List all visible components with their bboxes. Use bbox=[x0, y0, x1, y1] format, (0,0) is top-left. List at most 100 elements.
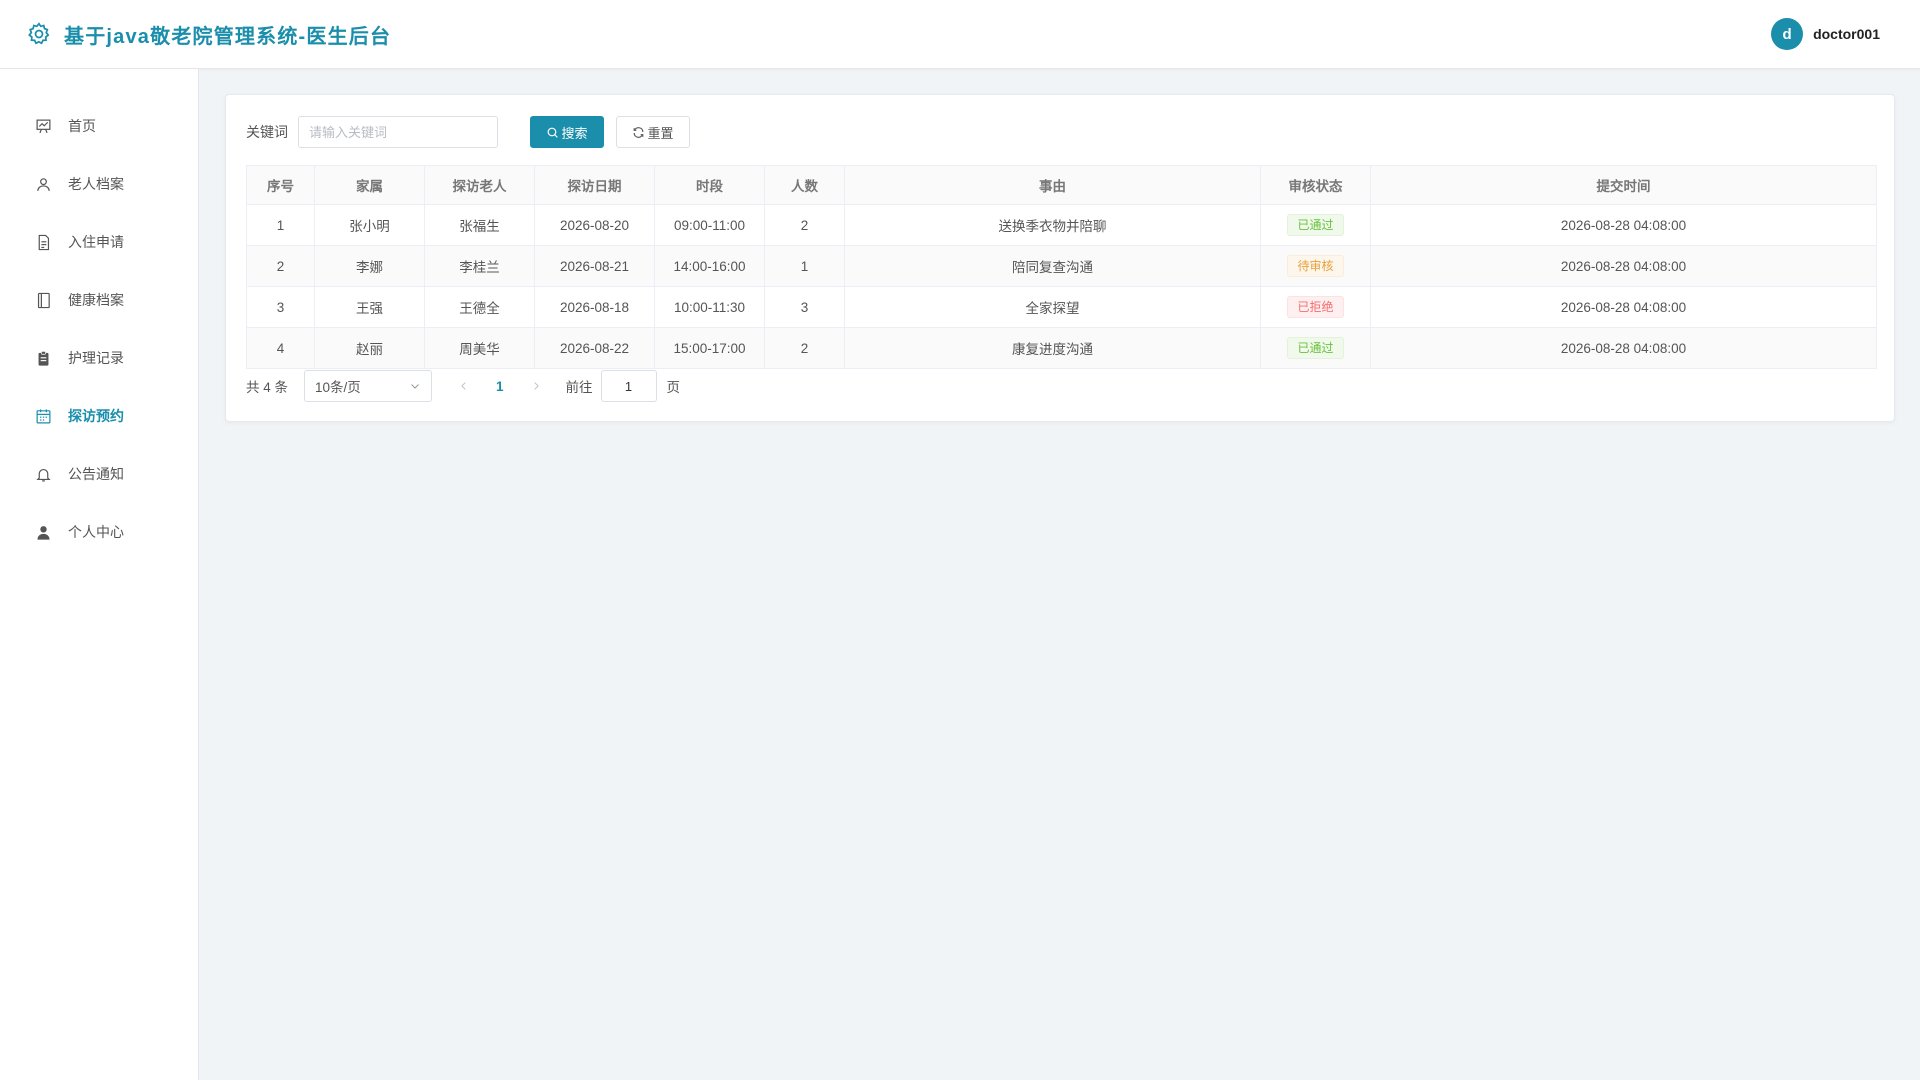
cell-slot: 09:00-11:00 bbox=[654, 204, 765, 246]
cell-family: 王强 bbox=[314, 286, 425, 328]
table-row[interactable]: 3 王强 王德全 2026-08-18 10:00-11:30 3 全家探望 已… bbox=[246, 286, 1877, 328]
page-size-value: 10条/页 bbox=[315, 380, 361, 395]
chevron-down-icon bbox=[411, 384, 419, 389]
cell-slot: 15:00-17:00 bbox=[654, 327, 765, 369]
search-button-label: 搜索 bbox=[561, 125, 588, 141]
page-number-current[interactable]: 1 bbox=[496, 379, 504, 394]
sidebar-item-label: 入住申请 bbox=[68, 234, 124, 250]
cell-count: 2 bbox=[764, 327, 845, 369]
cell-date: 2026-08-22 bbox=[534, 327, 655, 369]
chevron-left-icon bbox=[461, 381, 466, 390]
sidebar-item-notices[interactable]: 公告通知 bbox=[0, 445, 198, 503]
cell-elder: 李桂兰 bbox=[424, 245, 535, 287]
sidebar-item-profile[interactable]: 个人中心 bbox=[0, 503, 198, 561]
top-header: 基于java敬老院管理系统-医生后台 d doctor001 bbox=[0, 0, 1920, 69]
cell-slot: 10:00-11:30 bbox=[654, 286, 765, 328]
chevron-right-icon bbox=[533, 381, 539, 390]
table-row[interactable]: 1 张小明 张福生 2026-08-20 09:00-11:00 2 送换季衣物… bbox=[246, 204, 1877, 246]
cell-elder: 周美华 bbox=[424, 327, 535, 369]
keyword-label: 关键词 bbox=[246, 124, 288, 140]
search-icon bbox=[548, 127, 559, 138]
cell-count: 3 bbox=[764, 286, 845, 328]
calendar-icon bbox=[34, 407, 52, 425]
cell-submitted: 2026-08-28 04:08:00 bbox=[1370, 286, 1877, 328]
table-row[interactable]: 2 李娜 李桂兰 2026-08-21 14:00-16:00 1 陪同复查沟通… bbox=[246, 245, 1877, 287]
reset-button-label: 重置 bbox=[647, 125, 674, 141]
sidebar-item-label: 公告通知 bbox=[68, 466, 124, 482]
visit-table: 序号 家属 探访老人 探访日期 时段 人数 事由 审核状态 提交时间 1 张小明… bbox=[246, 165, 1877, 369]
goto-page-input[interactable] bbox=[600, 370, 657, 402]
visit-table-container: 序号 家属 探访老人 探访日期 时段 人数 事由 审核状态 提交时间 1 张小明… bbox=[246, 165, 1877, 369]
status-badge: 已通过 bbox=[1287, 337, 1344, 359]
cell-submitted: 2026-08-28 04:08:00 bbox=[1370, 327, 1877, 369]
cell-family: 李娜 bbox=[314, 245, 425, 287]
cell-count: 2 bbox=[764, 204, 845, 246]
user-solid-icon bbox=[34, 523, 52, 541]
column-header: 人数 bbox=[764, 165, 845, 205]
column-header: 家属 bbox=[314, 165, 425, 205]
user-menu[interactable]: d doctor001 bbox=[1771, 18, 1880, 50]
column-header: 事由 bbox=[844, 165, 1261, 205]
notebook-icon bbox=[34, 291, 52, 309]
column-header: 探访日期 bbox=[534, 165, 655, 205]
sidebar-item-label: 探访预约 bbox=[68, 408, 124, 424]
column-header: 审核状态 bbox=[1260, 165, 1371, 205]
cell-status: 已通过 bbox=[1260, 327, 1371, 369]
reset-button[interactable]: 重置 bbox=[616, 116, 690, 148]
sidebar-item-label: 个人中心 bbox=[68, 524, 124, 540]
refresh-icon bbox=[634, 126, 644, 138]
sidebar-item-label: 老人档案 bbox=[68, 176, 124, 192]
cell-date: 2026-08-18 bbox=[534, 286, 655, 328]
sidebar-item-nursing[interactable]: 护理记录 bbox=[0, 329, 198, 387]
table-row[interactable]: 4 赵丽 周美华 2026-08-22 15:00-17:00 2 康复进度沟通… bbox=[246, 327, 1877, 369]
keyword-input[interactable] bbox=[298, 116, 498, 148]
column-header: 时段 bbox=[654, 165, 765, 205]
sidebar: 首页 老人档案 入住申请 健康档案 护理记录 探访预约 公告通知 个人中心 bbox=[0, 69, 199, 1080]
cell-submitted: 2026-08-28 04:08:00 bbox=[1370, 245, 1877, 287]
visit-booking-panel: 关键词 搜索 重置 序号 家属 探访老人 探访日期 时段 人数 bbox=[225, 94, 1895, 422]
gear-icon bbox=[25, 21, 52, 48]
next-page-button[interactable] bbox=[530, 379, 542, 394]
page-size-select[interactable]: 10条/页 bbox=[304, 370, 433, 402]
sidebar-item-label: 首页 bbox=[68, 118, 96, 134]
pagination: 共 4 条 10条/页 1 前往 页 bbox=[246, 370, 680, 402]
cell-slot: 14:00-16:00 bbox=[654, 245, 765, 287]
search-bar: 关键词 搜索 重置 bbox=[246, 116, 690, 148]
cell-reason: 康复进度沟通 bbox=[844, 327, 1261, 369]
username[interactable]: doctor001 bbox=[1813, 26, 1880, 42]
cell-family: 赵丽 bbox=[314, 327, 425, 369]
cell-count: 1 bbox=[764, 245, 845, 287]
sidebar-item-home[interactable]: 首页 bbox=[0, 97, 198, 155]
status-badge: 待审核 bbox=[1287, 255, 1344, 277]
avatar[interactable]: d bbox=[1771, 18, 1804, 50]
cell-elder: 王德全 bbox=[424, 286, 535, 328]
clipboard-icon bbox=[34, 349, 52, 367]
cell-status: 待审核 bbox=[1260, 245, 1371, 287]
sidebar-item-admission[interactable]: 入住申请 bbox=[0, 213, 198, 271]
bell-icon bbox=[34, 465, 52, 483]
user-outline-icon bbox=[34, 175, 52, 193]
cell-index: 3 bbox=[246, 286, 315, 328]
document-icon bbox=[34, 233, 52, 251]
app-title: 基于java敬老院管理系统-医生后台 bbox=[64, 25, 392, 48]
cell-status: 已拒绝 bbox=[1260, 286, 1371, 328]
search-button[interactable]: 搜索 bbox=[530, 116, 604, 148]
cell-index: 1 bbox=[246, 204, 315, 246]
sidebar-item-health-records[interactable]: 健康档案 bbox=[0, 271, 198, 329]
total-count: 共 4 条 bbox=[246, 380, 289, 395]
sidebar-item-label: 健康档案 bbox=[68, 292, 124, 308]
cell-reason: 全家探望 bbox=[844, 286, 1261, 328]
goto-label: 前往 bbox=[565, 380, 593, 395]
prev-page-button[interactable] bbox=[458, 379, 470, 394]
cell-date: 2026-08-20 bbox=[534, 204, 655, 246]
cell-family: 张小明 bbox=[314, 204, 425, 246]
sidebar-item-visit-booking[interactable]: 探访预约 bbox=[0, 387, 198, 445]
sidebar-item-elder-records[interactable]: 老人档案 bbox=[0, 155, 198, 213]
column-header: 提交时间 bbox=[1370, 165, 1877, 205]
page-unit-label: 页 bbox=[666, 380, 681, 395]
cell-status: 已通过 bbox=[1260, 204, 1371, 246]
chart-board-icon bbox=[34, 117, 52, 135]
cell-index: 4 bbox=[246, 327, 315, 369]
cell-index: 2 bbox=[246, 245, 315, 287]
cell-reason: 送换季衣物并陪聊 bbox=[844, 204, 1261, 246]
